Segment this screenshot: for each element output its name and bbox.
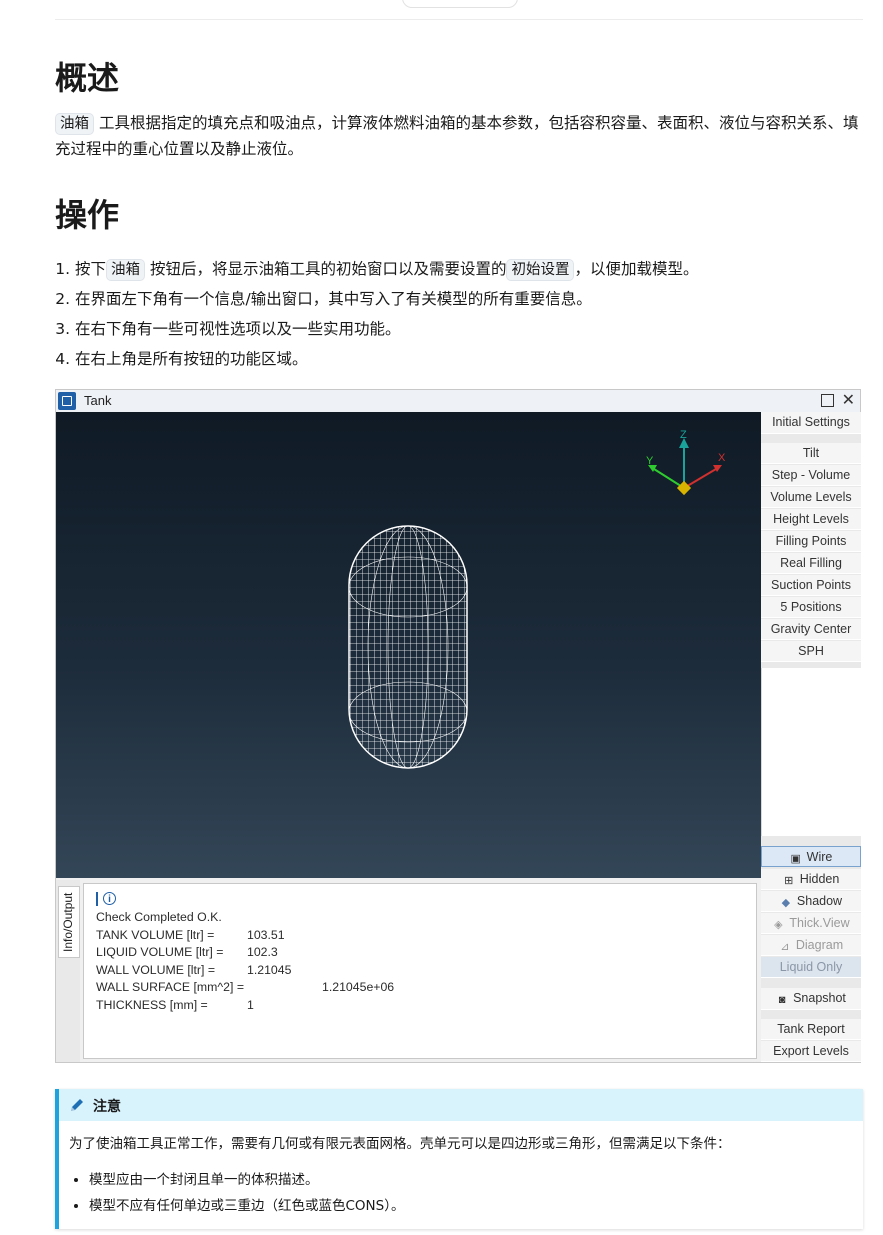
note-body: 为了使油箱工具正常工作，需要有几何或有限元表面网格。壳单元可以是四边形或三角形，…	[69, 1136, 731, 1152]
note-header: 注意	[59, 1089, 863, 1121]
diagram-button[interactable]: ⊿ Diagram	[761, 935, 861, 956]
axis-triad-icon: Z Y X	[646, 429, 726, 496]
tilt-button[interactable]: Tilt	[761, 443, 861, 464]
sph-button[interactable]: SPH	[761, 641, 861, 662]
note-bullet-list: 模型应由一个封闭且单一的体积描述。 模型不应有任何单边或三重边（红色或蓝色CON…	[69, 1167, 404, 1219]
info-output-panel[interactable]: i Check Completed O.K. TANK VOLUME [ltr]…	[83, 883, 757, 1059]
overview-heading: 概述	[55, 59, 120, 97]
window-titlebar: Tank ✕	[56, 390, 860, 412]
tank-window: Tank ✕ Z Y X Initial Settings Tilt Step …	[55, 389, 861, 1063]
top-pill-button[interactable]	[402, 0, 518, 8]
shadow-button[interactable]: ◆ Shadow	[761, 891, 861, 912]
button-panel-spacer	[761, 668, 861, 836]
wall-volume-label: WALL VOLUME [ltr] =	[96, 963, 216, 977]
grid-icon: ⊞	[784, 875, 794, 887]
gravity-center-button[interactable]: Gravity Center	[761, 619, 861, 640]
initial-settings-button[interactable]: Initial Settings	[761, 412, 861, 434]
text-cursor	[96, 892, 98, 906]
info-output-tab-strip: Info/Output	[56, 880, 80, 1062]
step-3: 在右下角有一些可视性选项以及一些实用功能。	[75, 314, 698, 344]
close-icon[interactable]: ✕	[842, 390, 855, 412]
step-1: 按下油箱 按钮后，将显示油箱工具的初始窗口以及需要设置的初始设置，以便加载模型。	[75, 254, 698, 284]
volume-levels-button[interactable]: Volume Levels	[761, 487, 861, 508]
pencil-icon	[71, 1099, 83, 1111]
app-logo-icon	[58, 392, 76, 410]
window-title: Tank	[84, 393, 112, 408]
top-divider	[55, 19, 863, 20]
thick-view-button[interactable]: ◈ Thick.View	[761, 913, 861, 934]
info-output-tab[interactable]: Info/Output	[58, 886, 80, 958]
thickness-value: 1	[247, 998, 254, 1012]
tank-report-button[interactable]: Tank Report	[761, 1019, 861, 1040]
note-bullet-2: 模型不应有任何单边或三重边（红色或蓝色CONS）。	[89, 1193, 404, 1219]
3d-viewport[interactable]: Z Y X	[56, 412, 761, 878]
wall-volume-value: 1.21045	[247, 963, 292, 977]
export-levels-button[interactable]: Export Levels	[761, 1041, 861, 1062]
step-volume-button[interactable]: Step - Volume	[761, 465, 861, 486]
overview-text: 工具根据指定的填充点和吸油点，计算液体燃料油箱的基本参数，包括容积容量、表面积、…	[55, 114, 859, 158]
real-filling-button[interactable]: Real Filling	[761, 553, 861, 574]
initial-settings-tag: 初始设置	[506, 259, 575, 281]
axis-z-label: Z	[680, 429, 687, 441]
viewport-canvas: Z Y X	[348, 429, 726, 769]
snapshot-button[interactable]: ◙ Snapshot	[761, 988, 861, 1010]
info-icon: i	[103, 892, 116, 905]
filling-points-button[interactable]: Filling Points	[761, 531, 861, 552]
tank-tool-tag: 油箱	[55, 113, 94, 135]
tank-volume-value: 103.51	[247, 928, 285, 942]
thickness-label: THICKNESS [mm] =	[96, 998, 208, 1012]
chart-icon: ⊿	[780, 941, 790, 953]
cube-thick-icon: ◈	[774, 919, 783, 931]
step-2: 在界面左下角有一个信息/输出窗口，其中写入了有关模型的所有重要信息。	[75, 284, 698, 314]
cube-wire-icon: ▣	[790, 853, 801, 865]
axis-y-label: Y	[646, 455, 654, 467]
wall-surface-label: WALL SURFACE [mm^2] =	[96, 980, 245, 994]
hidden-button[interactable]: ⊞ Hidden	[761, 869, 861, 890]
note-callout: 注意 为了使油箱工具正常工作，需要有几何或有限元表面网格。壳单元可以是四边形或三…	[55, 1089, 863, 1229]
steps-list: 按下油箱 按钮后，将显示油箱工具的初始窗口以及需要设置的初始设置，以便加载模型。…	[55, 254, 698, 374]
maximize-icon[interactable]	[821, 394, 834, 407]
tank-volume-label: TANK VOLUME [ltr] =	[96, 928, 215, 942]
liquid-volume-label: LIQUID VOLUME [ltr] =	[96, 945, 224, 959]
note-bullet-1: 模型应由一个封闭且单一的体积描述。	[89, 1167, 404, 1193]
camera-icon: ◙	[778, 994, 786, 1006]
right-button-panel: Initial Settings Tilt Step - Volume Volu…	[761, 412, 861, 1062]
liquid-only-button[interactable]: Liquid Only	[761, 957, 861, 978]
tank-wireframe-model	[349, 526, 467, 768]
5-positions-button[interactable]: 5 Positions	[761, 597, 861, 618]
height-levels-button[interactable]: Height Levels	[761, 509, 861, 530]
note-title: 注意	[93, 1099, 121, 1115]
wire-button[interactable]: ▣ Wire	[761, 846, 861, 867]
tank-button-tag: 油箱	[106, 259, 146, 281]
step-4: 在右上角是所有按钮的功能区域。	[75, 344, 698, 374]
axis-x-label: X	[718, 452, 726, 464]
liquid-volume-value: 102.3	[247, 945, 278, 959]
wall-surface-value: 1.21045e+06	[322, 980, 395, 994]
cube-shaded-icon: ◆	[781, 897, 791, 909]
check-status-text: Check Completed O.K.	[96, 910, 222, 924]
overview-paragraph: 油箱 工具根据指定的填充点和吸油点，计算液体燃料油箱的基本参数，包括容积容量、表…	[55, 110, 865, 162]
operation-heading: 操作	[55, 196, 120, 234]
suction-points-button[interactable]: Suction Points	[761, 575, 861, 596]
